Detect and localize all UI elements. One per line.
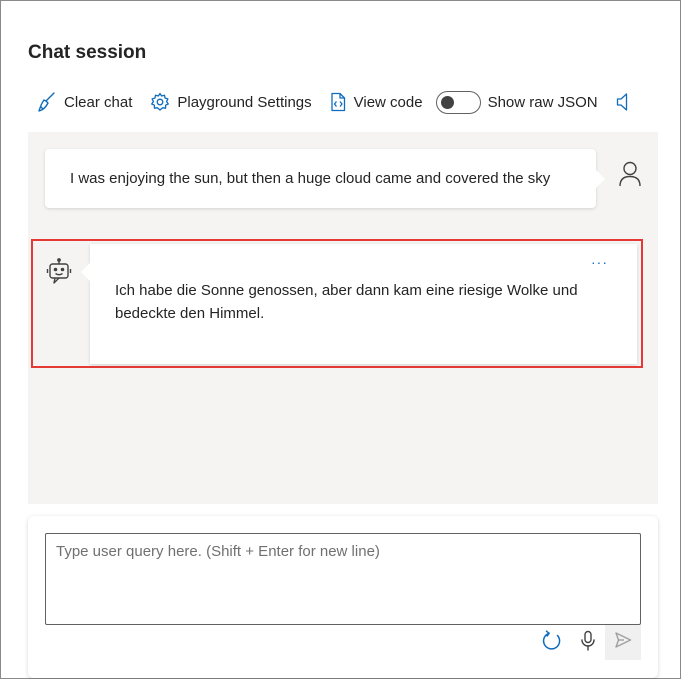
refresh-button[interactable]	[539, 629, 563, 657]
clear-chat-label: Clear chat	[64, 93, 133, 111]
chat-session-panel: Chat session Clear chat Playground Setti…	[0, 0, 681, 679]
speaker-button[interactable]	[616, 92, 630, 112]
playground-settings-label: Playground Settings	[177, 93, 312, 111]
microphone-icon	[580, 630, 596, 657]
view-code-label: View code	[353, 93, 423, 111]
show-raw-json-toggle[interactable]	[435, 90, 481, 114]
user-message-text: I was enjoying the sun, but then a huge …	[70, 170, 551, 187]
bot-icon	[46, 258, 72, 291]
assistant-message-bubble: ··· Ich habe die Sonne genossen, aber da…	[81, 244, 637, 364]
toolbar: Clear chat Playground Settings View code…	[35, 89, 630, 115]
toggle-knob	[440, 95, 454, 109]
microphone-button[interactable]	[576, 630, 600, 656]
playground-settings-button[interactable]: Playground Settings	[150, 92, 312, 112]
bubble-tail	[81, 263, 90, 281]
show-raw-json-label: Show raw JSON	[487, 93, 598, 111]
code-file-icon	[329, 92, 347, 112]
raw-json-toggle-group: Show raw JSON	[435, 90, 598, 114]
gear-icon	[150, 92, 170, 112]
user-message-bubble: I was enjoying the sun, but then a huge …	[45, 149, 605, 208]
clear-chat-button[interactable]: Clear chat	[35, 91, 132, 113]
bubble-tail	[596, 170, 605, 188]
send-icon	[614, 631, 632, 654]
assistant-message-text: Ich habe die Sonne genossen, aber dann k…	[115, 282, 578, 322]
more-options-button[interactable]: ···	[591, 254, 608, 270]
panel-title: Chat session	[28, 42, 147, 63]
send-button[interactable]	[605, 625, 641, 660]
user-query-input[interactable]	[45, 533, 641, 625]
refresh-icon	[540, 629, 562, 657]
speaker-icon	[616, 92, 630, 112]
view-code-button[interactable]: View code	[329, 92, 423, 112]
broom-icon	[35, 91, 57, 113]
person-icon	[618, 161, 642, 192]
